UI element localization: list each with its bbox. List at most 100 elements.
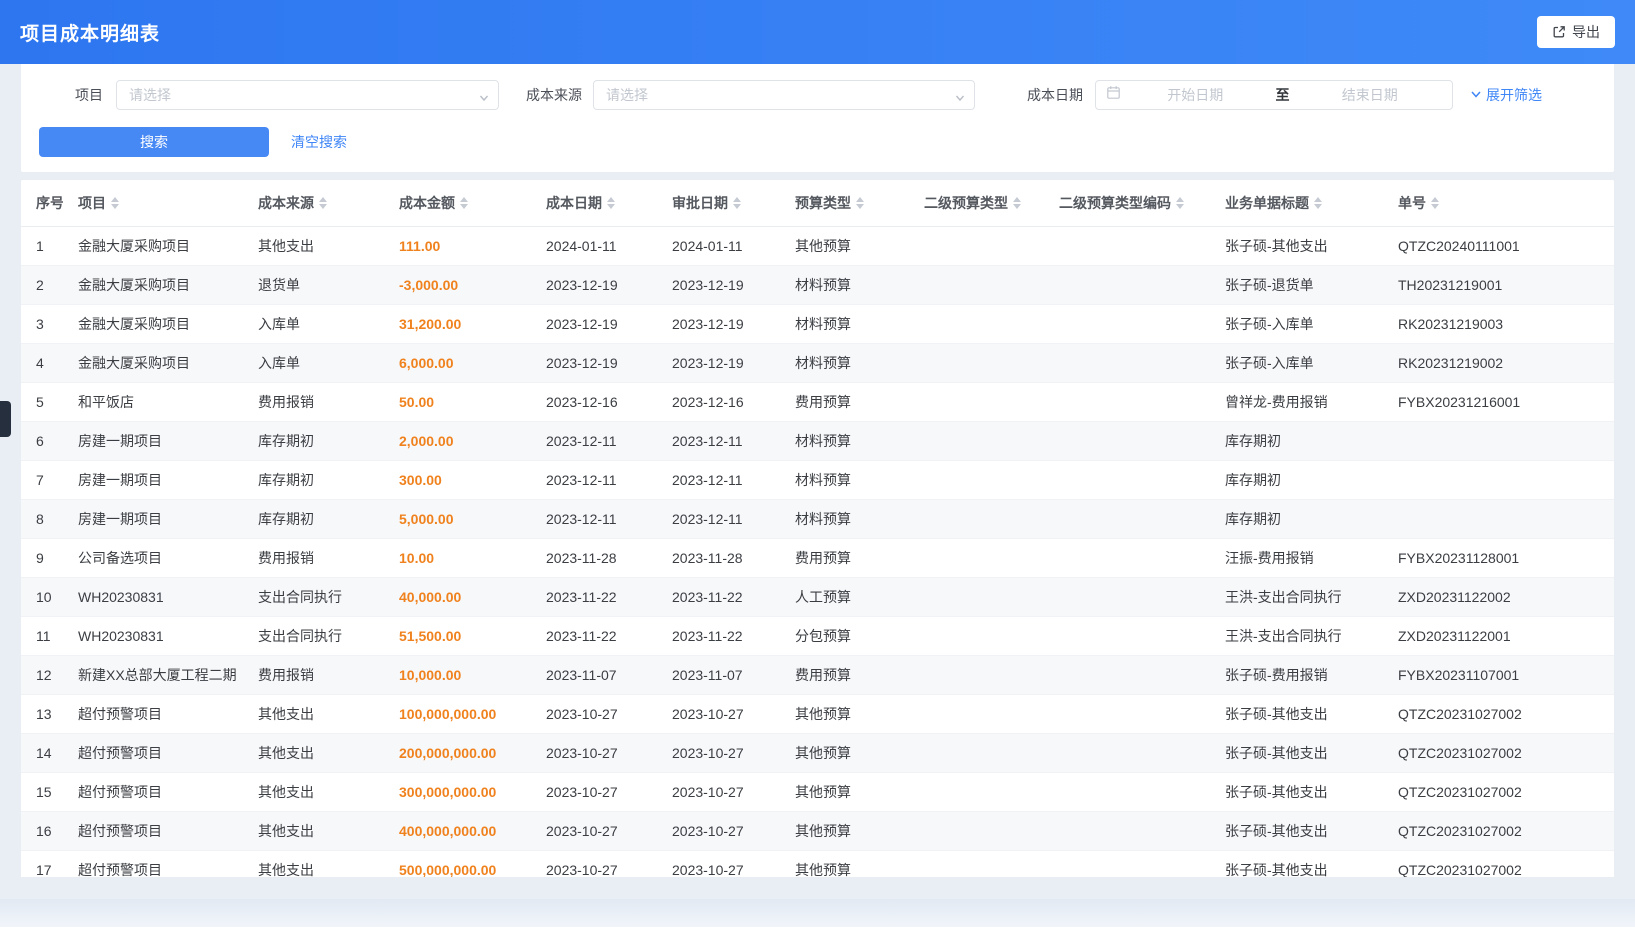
column-header-doc-title[interactable]: 业务单据标题 <box>1210 180 1383 226</box>
column-header-cost-source[interactable]: 成本来源 <box>243 180 384 226</box>
left-drawer-handle[interactable] <box>0 401 11 437</box>
project-select[interactable] <box>116 80 499 110</box>
cell-doc-no: FYBX20231107001 <box>1383 655 1614 694</box>
cell-doc-no: ZXD20231122001 <box>1383 616 1614 655</box>
column-label: 成本日期 <box>546 195 602 211</box>
cell-doc-title: 曾祥龙-费用报销 <box>1210 382 1383 421</box>
cell-sub-budget-type-code <box>1044 226 1210 265</box>
expand-filters-link[interactable]: 展开筛选 <box>1470 85 1542 105</box>
cell-cost-date: 2023-11-22 <box>531 577 657 616</box>
column-header-sub-budget-type[interactable]: 二级预算类型 <box>909 180 1044 226</box>
table-row: 11WH20230831支出合同执行51,500.002023-11-22202… <box>21 616 1614 655</box>
column-header-approval-date[interactable]: 审批日期 <box>657 180 780 226</box>
cost-date-filter-label: 成本日期 <box>1027 85 1083 105</box>
cell-project: 超付预警项目 <box>63 694 243 733</box>
cell-index: 16 <box>21 811 63 850</box>
start-date-input[interactable] <box>1123 86 1268 104</box>
column-label: 项目 <box>78 195 106 211</box>
sort-icon[interactable] <box>856 197 864 209</box>
cell-cost-amount: 2,000.00 <box>384 421 531 460</box>
table-row: 8房建一期项目库存期初5,000.002023-12-112023-12-11材… <box>21 499 1614 538</box>
sort-icon[interactable] <box>1431 197 1439 209</box>
background-bottom-strip <box>0 899 1635 927</box>
sort-icon[interactable] <box>1013 197 1021 209</box>
clear-search-link[interactable]: 清空搜索 <box>291 132 347 152</box>
sort-icon[interactable] <box>1314 197 1322 209</box>
column-label: 成本金额 <box>399 195 455 211</box>
cell-project: 房建一期项目 <box>63 460 243 499</box>
cell-project: 金融大厦采购项目 <box>63 343 243 382</box>
column-header-project[interactable]: 项目 <box>63 180 243 226</box>
cell-sub-budget-type-code <box>1044 343 1210 382</box>
cell-approval-date: 2023-12-16 <box>657 382 780 421</box>
cell-approval-date: 2023-10-27 <box>657 772 780 811</box>
cell-doc-title: 张子硕-其他支出 <box>1210 811 1383 850</box>
sort-icon[interactable] <box>111 197 119 209</box>
column-header-cost-date[interactable]: 成本日期 <box>531 180 657 226</box>
cell-cost-date: 2023-10-27 <box>531 772 657 811</box>
cell-sub-budget-type-code <box>1044 733 1210 772</box>
cell-cost-amount: 50.00 <box>384 382 531 421</box>
filter-panel: 项目 成本来源 成本日期 至 <box>21 64 1614 172</box>
sort-icon[interactable] <box>607 197 615 209</box>
column-header-sub-budget-type-code[interactable]: 二级预算类型编码 <box>1044 180 1210 226</box>
cell-project: 房建一期项目 <box>63 499 243 538</box>
cell-index: 11 <box>21 616 63 655</box>
cell-cost-amount: -3,000.00 <box>384 265 531 304</box>
sort-icon[interactable] <box>319 197 327 209</box>
cell-cost-amount: 111.00 <box>384 226 531 265</box>
cell-project: 超付预警项目 <box>63 811 243 850</box>
search-button[interactable]: 搜索 <box>39 127 269 157</box>
cell-approval-date: 2024-01-11 <box>657 226 780 265</box>
cell-cost-source: 支出合同执行 <box>243 616 384 655</box>
cell-sub-budget-type <box>909 421 1044 460</box>
table-row: 16超付预警项目其他支出400,000,000.002023-10-272023… <box>21 811 1614 850</box>
cell-sub-budget-type-code <box>1044 850 1210 877</box>
column-header-doc-no[interactable]: 单号 <box>1383 180 1614 226</box>
cell-cost-source: 费用报销 <box>243 538 384 577</box>
export-button[interactable]: 导出 <box>1537 16 1615 48</box>
cell-sub-budget-type <box>909 772 1044 811</box>
cell-index: 3 <box>21 304 63 343</box>
sort-icon[interactable] <box>1176 197 1184 209</box>
cell-approval-date: 2023-12-11 <box>657 499 780 538</box>
cost-source-filter-label: 成本来源 <box>526 85 582 105</box>
cell-doc-no: QTZC20231027002 <box>1383 772 1614 811</box>
cell-approval-date: 2023-10-27 <box>657 811 780 850</box>
cell-budget-type: 材料预算 <box>780 304 909 343</box>
expand-filters-label: 展开筛选 <box>1486 85 1542 105</box>
sort-icon[interactable] <box>460 197 468 209</box>
sort-icon[interactable] <box>733 197 741 209</box>
cell-index: 8 <box>21 499 63 538</box>
cost-source-select-input[interactable] <box>593 80 975 110</box>
cell-budget-type: 其他预算 <box>780 772 909 811</box>
cell-cost-date: 2023-12-19 <box>531 343 657 382</box>
cell-sub-budget-type-code <box>1044 304 1210 343</box>
cell-project: 和平饭店 <box>63 382 243 421</box>
end-date-input[interactable] <box>1298 86 1443 104</box>
cell-sub-budget-type <box>909 577 1044 616</box>
cell-doc-title: 张子硕-其他支出 <box>1210 226 1383 265</box>
cell-index: 7 <box>21 460 63 499</box>
cell-project: 超付预警项目 <box>63 772 243 811</box>
cell-cost-amount: 5,000.00 <box>384 499 531 538</box>
column-header-budget-type[interactable]: 预算类型 <box>780 180 909 226</box>
column-header-cost-amount[interactable]: 成本金额 <box>384 180 531 226</box>
cell-cost-source: 其他支出 <box>243 733 384 772</box>
cell-sub-budget-type <box>909 538 1044 577</box>
cost-date-range-picker[interactable]: 至 <box>1095 80 1453 110</box>
table-row: 2金融大厦采购项目退货单-3,000.002023-12-192023-12-1… <box>21 265 1614 304</box>
project-select-input[interactable] <box>116 80 499 110</box>
cell-cost-date: 2023-12-11 <box>531 421 657 460</box>
cell-doc-no <box>1383 499 1614 538</box>
cell-sub-budget-type-code <box>1044 577 1210 616</box>
cost-source-select[interactable] <box>593 80 975 110</box>
filter-row-1: 项目 成本来源 成本日期 至 <box>21 64 1614 110</box>
cell-doc-title: 张子硕-其他支出 <box>1210 772 1383 811</box>
column-label: 业务单据标题 <box>1225 195 1309 211</box>
cell-project: WH20230831 <box>63 616 243 655</box>
cell-doc-title: 张子硕-入库单 <box>1210 304 1383 343</box>
table-row: 4金融大厦采购项目入库单6,000.002023-12-192023-12-19… <box>21 343 1614 382</box>
cell-approval-date: 2023-10-27 <box>657 850 780 877</box>
column-label: 单号 <box>1398 195 1426 211</box>
